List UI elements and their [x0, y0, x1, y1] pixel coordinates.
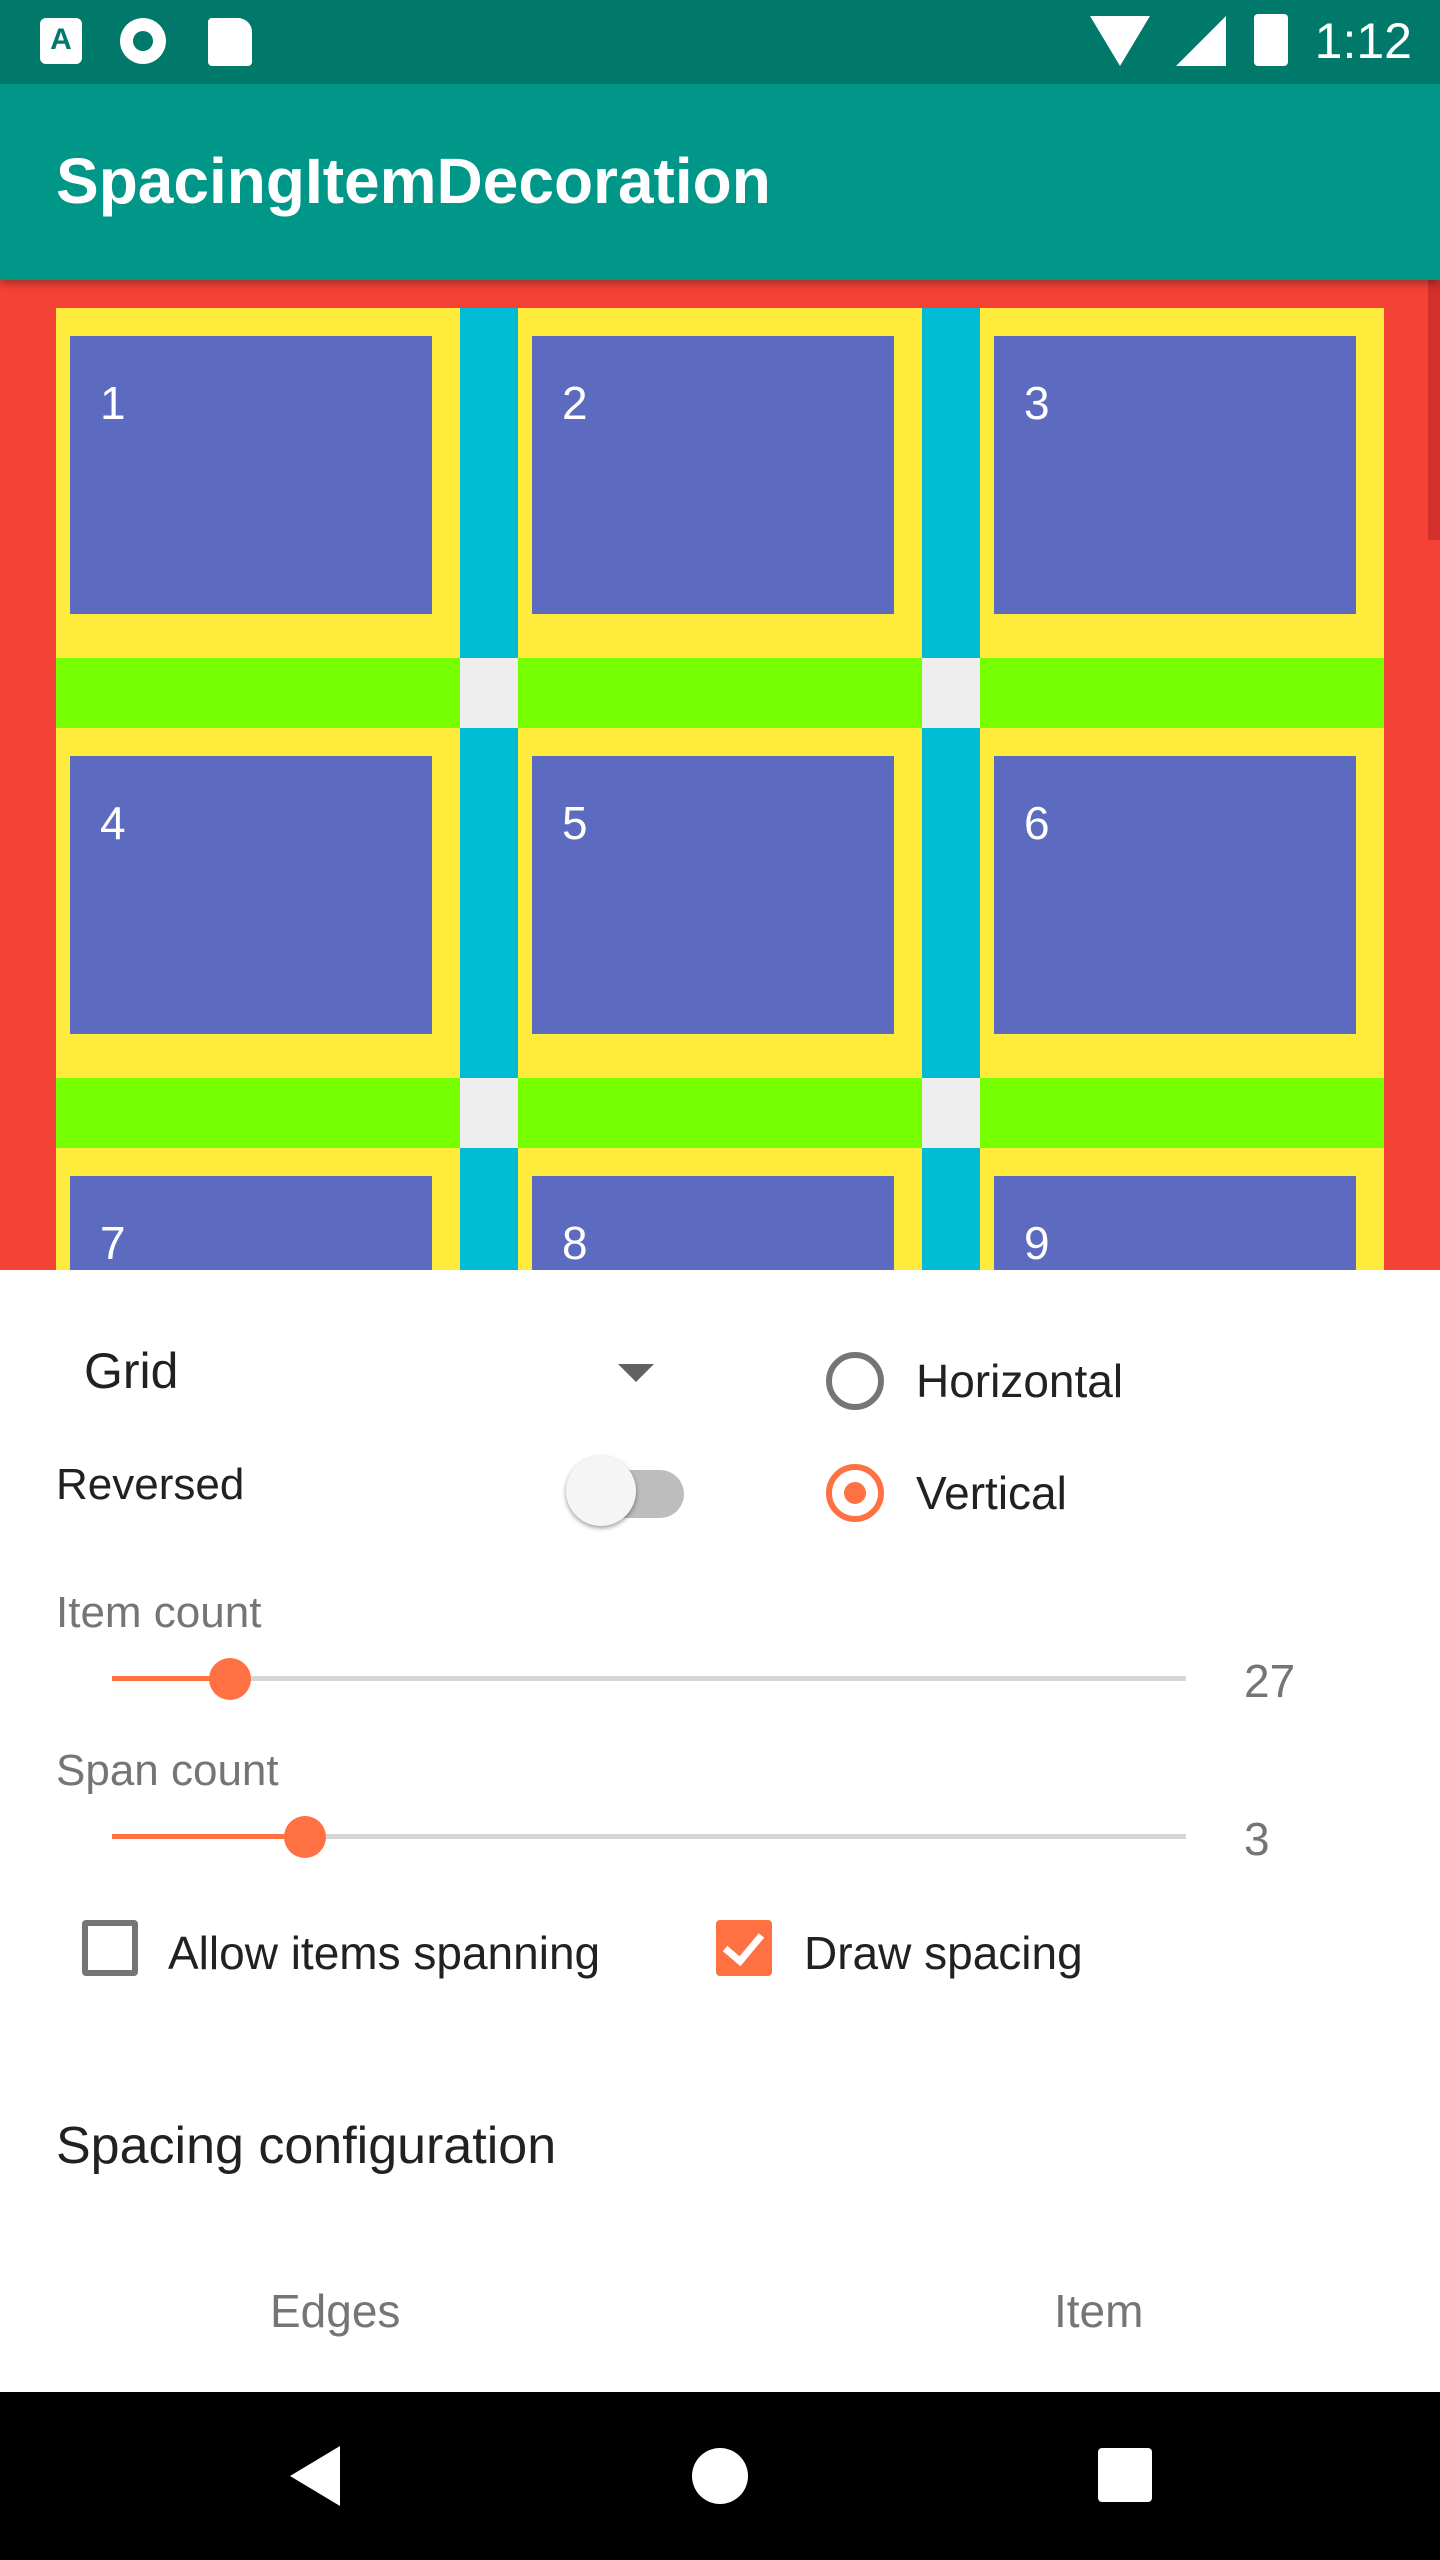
scrollbar[interactable]	[1428, 280, 1440, 540]
radio-label-horizontal: Horizontal	[916, 1355, 1124, 1407]
slider-thumb[interactable]	[284, 1816, 326, 1858]
grid-cell[interactable]: 7	[56, 1148, 460, 1270]
spacing-corner	[922, 658, 980, 728]
item-number: 1	[100, 377, 126, 429]
spacing-corner	[460, 1078, 518, 1148]
controls-panel: Grid Horizontal Vertical Reversed Item c…	[0, 1270, 1440, 2392]
span-count-label: Span count	[56, 1746, 279, 1795]
grid-item: 6	[994, 756, 1356, 1034]
vertical-spacing	[518, 658, 922, 728]
tab-item[interactable]: Item	[1054, 2284, 1143, 2338]
item-count-label: Item count	[56, 1588, 262, 1637]
checkbox[interactable]	[716, 1920, 772, 1976]
grid-item: 9	[994, 1176, 1356, 1270]
span-count-slider[interactable]	[112, 1816, 1186, 1858]
a-icon: A	[40, 18, 82, 64]
reversed-label: Reversed	[56, 1460, 245, 1509]
grid-item: 8	[532, 1176, 894, 1270]
radio-button[interactable]	[826, 1464, 884, 1522]
radio-label-vertical: Vertical	[916, 1467, 1067, 1519]
grid-item: 5	[532, 756, 894, 1034]
span-count-value: 3	[1244, 1813, 1270, 1865]
status-bar: A 1:12	[0, 0, 1440, 84]
item-number: 2	[562, 377, 588, 429]
grid-item: 4	[70, 756, 432, 1034]
home-icon[interactable]	[692, 2448, 748, 2504]
slider-fill	[112, 1834, 305, 1839]
recycler-view[interactable]: 1 2 3 4 5 6 7 8 9	[0, 280, 1440, 1270]
vertical-spacing	[56, 1078, 460, 1148]
signal-icon	[1176, 16, 1226, 66]
grid-item: 2	[532, 336, 894, 614]
radio-button[interactable]	[826, 1352, 884, 1410]
section-title: Spacing configuration	[56, 2117, 557, 2175]
tab-edges[interactable]: Edges	[270, 2284, 400, 2338]
vertical-spacing	[518, 1078, 922, 1148]
sd-card-icon	[208, 18, 252, 66]
grid-cell[interactable]: 9	[980, 1148, 1384, 1270]
slider-thumb[interactable]	[209, 1658, 251, 1700]
allow-spanning-label: Allow items spanning	[168, 1927, 601, 1979]
grid-cell[interactable]: 5	[518, 728, 922, 1078]
grid-item: 1	[70, 336, 432, 614]
chevron-down-icon	[618, 1364, 654, 1382]
wifi-icon	[1090, 16, 1150, 66]
spacing-corner	[922, 1078, 980, 1148]
recents-icon[interactable]	[1098, 2448, 1152, 2502]
item-number: 3	[1024, 377, 1050, 429]
vertical-spacing	[56, 658, 460, 728]
spacing-corner	[460, 658, 518, 728]
navigation-bar	[0, 2392, 1440, 2560]
grid: 1 2 3 4 5 6 7 8 9	[56, 308, 1384, 1270]
battery-icon	[1254, 14, 1288, 66]
app-title: SpacingItemDecoration	[56, 145, 771, 217]
item-count-value: 27	[1244, 1655, 1296, 1707]
item-number: 6	[1024, 797, 1050, 849]
item-number: 7	[100, 1217, 126, 1269]
item-count-slider[interactable]	[112, 1658, 1186, 1700]
switch-thumb	[566, 1456, 636, 1526]
grid-cell[interactable]: 2	[518, 308, 922, 658]
grid-cell[interactable]: 1	[56, 308, 460, 658]
item-number: 5	[562, 797, 588, 849]
grid-cell[interactable]: 8	[518, 1148, 922, 1270]
vertical-spacing	[980, 1078, 1384, 1148]
item-number: 8	[562, 1217, 588, 1269]
item-number: 9	[1024, 1217, 1050, 1269]
status-time: 1:12	[1314, 13, 1412, 69]
app-bar: SpacingItemDecoration	[0, 84, 1440, 280]
vertical-spacing	[980, 658, 1384, 728]
back-icon[interactable]	[290, 2446, 340, 2506]
grid-cell[interactable]: 3	[980, 308, 1384, 658]
draw-spacing-label: Draw spacing	[804, 1927, 1083, 1979]
checkbox[interactable]	[82, 1920, 138, 1976]
layout-dropdown-value: Grid	[84, 1343, 179, 1399]
circle-icon	[120, 18, 166, 64]
grid-item: 3	[994, 336, 1356, 614]
grid-cell[interactable]: 4	[56, 728, 460, 1078]
item-number: 4	[100, 797, 126, 849]
grid-item: 7	[70, 1176, 432, 1270]
grid-cell[interactable]: 6	[980, 728, 1384, 1078]
